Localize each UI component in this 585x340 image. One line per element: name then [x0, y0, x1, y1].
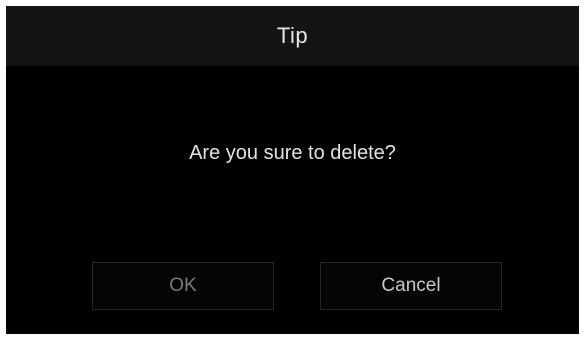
cancel-button[interactable]: Cancel	[320, 262, 502, 310]
ok-button-label: OK	[169, 275, 197, 296]
dialog-titlebar: Tip	[6, 6, 579, 66]
dialog-title: Tip	[276, 23, 309, 48]
confirm-dialog: Tip Are you sure to delete? OK Cancel	[6, 6, 579, 334]
dialog-message: Are you sure to delete?	[189, 142, 396, 164]
cancel-button-label: Cancel	[381, 275, 441, 296]
ok-button[interactable]: OK	[92, 262, 274, 310]
